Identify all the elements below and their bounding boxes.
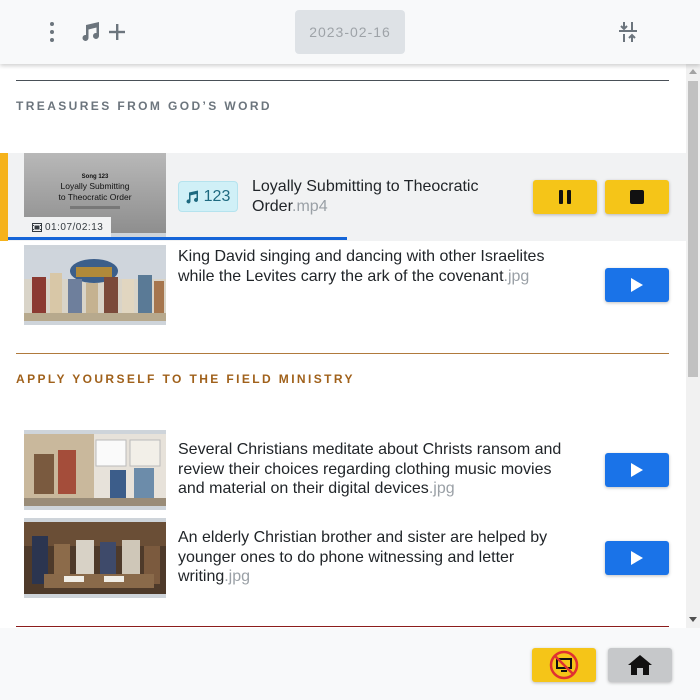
- date-label: 2023-02-16: [309, 24, 391, 40]
- top-toolbar: 2023-02-16: [0, 0, 700, 64]
- image-thumbnail[interactable]: [24, 245, 166, 325]
- play-button[interactable]: [605, 268, 669, 302]
- media-title: King David singing and dancing with othe…: [178, 248, 545, 285]
- sort-arrows-icon[interactable]: [616, 20, 640, 44]
- vertical-scrollbar[interactable]: [686, 64, 700, 628]
- stop-icon: [630, 190, 644, 204]
- media-item: An elderly Christian brother and sister …: [0, 518, 686, 598]
- media-item-playing: Song 123 Loyally Submitting to Theocrati…: [0, 153, 686, 241]
- presentation-off-icon: [549, 650, 579, 680]
- media-item: Several Christians meditate about Christ…: [0, 430, 686, 510]
- music-note-icon: [186, 190, 198, 203]
- active-indicator: [0, 153, 8, 241]
- svg-text:Song 123: Song 123: [82, 174, 109, 180]
- section-title-treasures: TREASURES FROM GOD’S WORD: [16, 99, 273, 113]
- svg-text:to Theocratic Order: to Theocratic Order: [58, 192, 131, 202]
- image-thumbnail[interactable]: [24, 430, 166, 510]
- play-icon: [631, 463, 643, 477]
- play-button[interactable]: [605, 541, 669, 575]
- section-divider: [16, 626, 669, 627]
- media-title: Loyally Submitting to Theocratic Order.m…: [252, 178, 479, 215]
- media-title: An elderly Christian brother and sister …: [178, 529, 548, 585]
- image-thumbnail[interactable]: [24, 518, 166, 598]
- section-title-field-ministry: APPLY YOURSELF TO THE FIELD MINISTRY: [16, 372, 355, 386]
- music-note-icon: [82, 22, 125, 41]
- home-icon: [628, 655, 652, 675]
- section-divider: [16, 80, 669, 81]
- pause-button[interactable]: [533, 180, 597, 214]
- play-icon: [631, 551, 643, 565]
- media-list: TREASURES FROM GOD’S WORD Song 123 Loyal…: [0, 64, 686, 628]
- media-title: Several Christians meditate about Christ…: [178, 441, 562, 497]
- media-item: King David singing and dancing with othe…: [0, 245, 686, 325]
- playback-timecode: 01:07/02:13: [24, 217, 112, 237]
- scroll-up-arrow-icon[interactable]: [689, 69, 697, 74]
- home-button[interactable]: [608, 648, 672, 682]
- stop-button[interactable]: [605, 180, 669, 214]
- section-divider: [16, 353, 669, 354]
- svg-text:Loyally Submitting: Loyally Submitting: [61, 181, 130, 191]
- toggle-presentation-button[interactable]: [532, 648, 596, 682]
- play-button[interactable]: [605, 453, 669, 487]
- add-song-button[interactable]: [80, 20, 130, 44]
- date-selector-button[interactable]: 2023-02-16: [295, 10, 405, 54]
- pause-icon: [559, 190, 571, 204]
- play-icon: [631, 278, 643, 292]
- bottom-toolbar: [0, 628, 700, 700]
- scrollbar-thumb[interactable]: [688, 81, 698, 377]
- scroll-down-arrow-icon[interactable]: [689, 617, 697, 622]
- playback-progress-bar[interactable]: [8, 237, 347, 240]
- song-number-badge: 123: [178, 181, 238, 212]
- kebab-menu-icon[interactable]: [40, 20, 64, 44]
- film-icon: [32, 222, 42, 232]
